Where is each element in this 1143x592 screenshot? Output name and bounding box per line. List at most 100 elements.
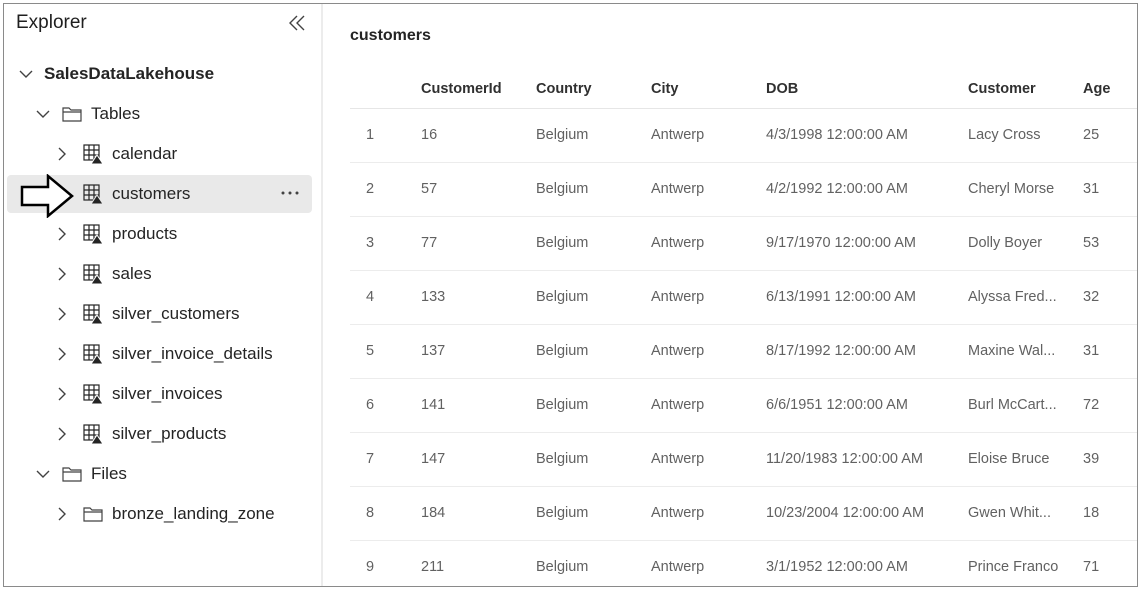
- folder-icon: [62, 107, 82, 122]
- cell-customer: Alyssa Fred...: [968, 289, 1057, 305]
- chevron-right-icon[interactable]: [54, 146, 70, 162]
- chevron-right-icon[interactable]: [54, 346, 70, 362]
- chevron-right-icon[interactable]: [54, 386, 70, 402]
- table-row[interactable]: 3 77 Belgium Antwerp 9/17/1970 12:00:00 …: [350, 217, 1137, 271]
- more-options-icon[interactable]: [280, 183, 300, 203]
- tables-folder-label: Tables: [91, 104, 141, 123]
- cell-customer: Cheryl Morse: [968, 181, 1055, 197]
- delta-table-icon: [83, 344, 104, 365]
- table-label: silver_products: [112, 424, 227, 443]
- cell-dob: 10/23/2004 12:00:00 AM: [766, 505, 925, 521]
- table-row[interactable]: 7 147 Belgium Antwerp 11/20/1983 12:00:0…: [350, 433, 1137, 487]
- column-header[interactable]: DOB: [766, 81, 798, 97]
- chevron-right-icon[interactable]: [54, 226, 70, 242]
- cell-age: 32: [1083, 289, 1100, 305]
- double-chevron-left-icon[interactable]: [286, 12, 308, 34]
- table-row[interactable]: 1 16 Belgium Antwerp 4/3/1998 12:00:00 A…: [350, 109, 1137, 163]
- cell-age: 39: [1083, 451, 1100, 467]
- column-header[interactable]: City: [651, 81, 678, 97]
- cell-customerid: 77: [421, 235, 438, 251]
- tree-item-files-folder[interactable]: Files: [4, 455, 312, 493]
- chevron-right-icon[interactable]: [54, 266, 70, 282]
- cell-country: Belgium: [536, 289, 589, 305]
- cell-customerid: 16: [421, 127, 438, 143]
- column-header[interactable]: Customer: [968, 81, 1036, 97]
- chevron-down-icon[interactable]: [18, 66, 34, 82]
- cell-customerid: 184: [421, 505, 446, 521]
- cell-age: 25: [1083, 127, 1100, 143]
- cell-customer: Eloise Bruce: [968, 451, 1050, 467]
- sidebar-item-silver-invoice-details[interactable]: silver_invoice_details: [4, 335, 312, 373]
- grid-header: CustomerId Country City DOB Customer Age: [350, 70, 1137, 109]
- table-title: customers: [350, 27, 431, 44]
- table-label: silver_invoices: [112, 384, 223, 403]
- cell-customer: Maxine Wal...: [968, 343, 1056, 359]
- chevron-right-icon[interactable]: [54, 426, 70, 442]
- cell-customerid: 57: [421, 181, 438, 197]
- column-header[interactable]: Age: [1083, 81, 1110, 97]
- table-row[interactable]: 8 184 Belgium Antwerp 10/23/2004 12:00:0…: [350, 487, 1137, 541]
- cell-dob: 6/6/1951 12:00:00 AM: [766, 397, 908, 413]
- cell-city: Antwerp: [651, 559, 705, 575]
- cell-country: Belgium: [536, 235, 589, 251]
- row-number: 8: [366, 505, 375, 521]
- cell-city: Antwerp: [651, 343, 705, 359]
- table-label: sales: [112, 264, 152, 283]
- chevron-right-icon[interactable]: [54, 506, 70, 522]
- sidebar-item-products[interactable]: products: [4, 215, 312, 253]
- table-label: silver_invoice_details: [112, 344, 273, 363]
- cell-country: Belgium: [536, 559, 589, 575]
- table-row[interactable]: 9 211 Belgium Antwerp 3/1/1952 12:00:00 …: [350, 541, 1137, 586]
- cell-dob: 4/3/1998 12:00:00 AM: [766, 127, 908, 143]
- cell-age: 18: [1083, 505, 1100, 521]
- files-folder-label: Files: [91, 464, 127, 483]
- cell-customer: Dolly Boyer: [968, 235, 1043, 251]
- cell-city: Antwerp: [651, 235, 705, 251]
- cell-dob: 3/1/1952 12:00:00 AM: [766, 559, 908, 575]
- cell-city: Antwerp: [651, 181, 705, 197]
- folder-label: bronze_landing_zone: [112, 504, 275, 523]
- cell-city: Antwerp: [651, 127, 705, 143]
- sidebar-item-calendar[interactable]: calendar: [4, 135, 312, 173]
- arrow-right-outline-icon: [20, 174, 74, 218]
- cell-customerid: 147: [421, 451, 446, 467]
- table-label: products: [112, 224, 178, 243]
- table-row[interactable]: 4 133 Belgium Antwerp 6/13/1991 12:00:00…: [350, 271, 1137, 325]
- cell-dob: 4/2/1992 12:00:00 AM: [766, 181, 908, 197]
- table-row[interactable]: 5 137 Belgium Antwerp 8/17/1992 12:00:00…: [350, 325, 1137, 379]
- cell-country: Belgium: [536, 451, 589, 467]
- column-header[interactable]: CustomerId: [421, 81, 502, 97]
- delta-table-icon: [83, 224, 104, 245]
- column-header[interactable]: Country: [536, 81, 592, 97]
- delta-table-icon: [83, 264, 104, 285]
- cell-city: Antwerp: [651, 289, 705, 305]
- table-row[interactable]: 6 141 Belgium Antwerp 6/6/1951 12:00:00 …: [350, 379, 1137, 433]
- table-label: customers: [112, 184, 191, 203]
- sidebar-item-bronze-landing-zone[interactable]: bronze_landing_zone: [4, 495, 312, 533]
- cell-age: 71: [1083, 559, 1100, 575]
- tree-item-lakehouse[interactable]: SalesDataLakehouse: [4, 55, 312, 93]
- cell-country: Belgium: [536, 127, 589, 143]
- cell-city: Antwerp: [651, 505, 705, 521]
- cell-customerid: 141: [421, 397, 446, 413]
- chevron-down-icon[interactable]: [35, 106, 51, 122]
- cell-age: 72: [1083, 397, 1100, 413]
- cell-country: Belgium: [536, 343, 589, 359]
- row-number: 1: [366, 127, 375, 143]
- sidebar-item-silver-invoices[interactable]: silver_invoices: [4, 375, 312, 413]
- cell-customerid: 133: [421, 289, 446, 305]
- chevron-down-icon[interactable]: [35, 466, 51, 482]
- table-row[interactable]: 2 57 Belgium Antwerp 4/2/1992 12:00:00 A…: [350, 163, 1137, 217]
- cell-country: Belgium: [536, 181, 589, 197]
- row-number: 7: [366, 451, 375, 467]
- cell-dob: 8/17/1992 12:00:00 AM: [766, 343, 916, 359]
- sidebar-item-silver-customers[interactable]: silver_customers: [4, 295, 312, 333]
- sidebar-item-sales[interactable]: sales: [4, 255, 312, 293]
- folder-icon: [83, 507, 103, 522]
- sidebar-item-silver-products[interactable]: silver_products: [4, 415, 312, 453]
- tree-item-tables-folder[interactable]: Tables: [4, 95, 312, 133]
- lakehouse-label: SalesDataLakehouse: [44, 64, 215, 83]
- app-frame: Explorer SalesDataLakehouse Tables calen…: [3, 3, 1138, 587]
- chevron-right-icon[interactable]: [54, 306, 70, 322]
- table-label: silver_customers: [112, 304, 240, 323]
